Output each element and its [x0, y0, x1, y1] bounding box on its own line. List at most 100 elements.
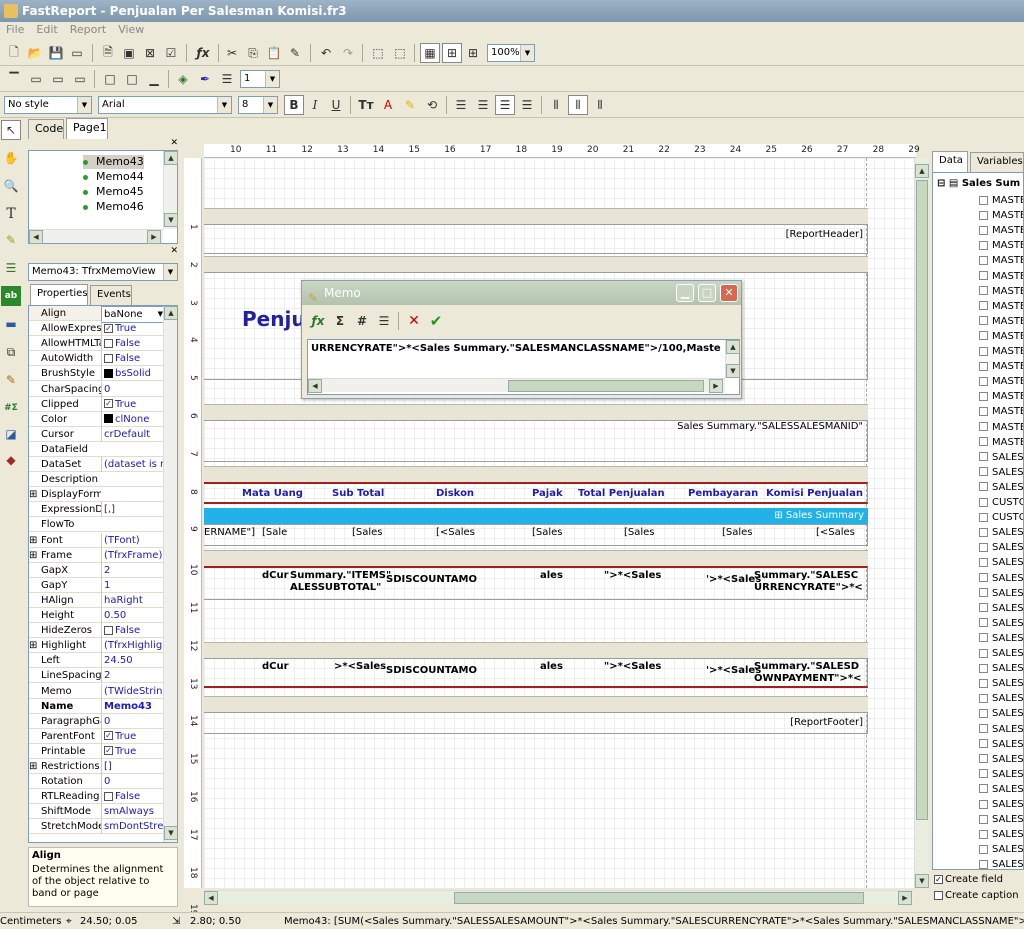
- checkbox-icon[interactable]: [934, 890, 943, 900]
- property-row[interactable]: ⊞ Highlight (TfrxHighligh: [29, 638, 165, 654]
- property-row[interactable]: BrushStyle bsSolid: [29, 366, 165, 382]
- save-icon[interactable]: 💾: [46, 43, 66, 63]
- property-value[interactable]: 0: [101, 774, 165, 790]
- line-width-combo[interactable]: 1 ▼: [240, 70, 280, 88]
- property-value[interactable]: [,]: [101, 502, 165, 518]
- footer-cell[interactable]: ">*<Sales: [604, 661, 661, 672]
- frame-none-icon[interactable]: □: [122, 69, 142, 89]
- memo-titlebar[interactable]: ✎ Memo ▁ □ ✕: [302, 281, 741, 305]
- property-value[interactable]: 24.50: [101, 653, 165, 669]
- font-settings-icon[interactable]: Tт: [356, 95, 376, 115]
- property-row[interactable]: GapX 2: [29, 562, 165, 578]
- align-center-icon[interactable]: ☰: [473, 95, 493, 115]
- footer-cell[interactable]: URRENCYRATE">*<: [754, 582, 863, 593]
- data-field-item[interactable]: MASTE: [979, 404, 1023, 419]
- data-field-item[interactable]: SALESS: [979, 586, 1023, 601]
- group-footer2-band-title[interactable]: [204, 642, 868, 658]
- data-cell[interactable]: [Sales: [532, 527, 563, 538]
- more-objects-icon[interactable]: ◆: [1, 450, 21, 470]
- open-icon[interactable]: 📂: [25, 43, 45, 63]
- fx-icon[interactable]: ƒx: [193, 43, 213, 63]
- rotation-icon[interactable]: ⟲: [422, 95, 442, 115]
- hand-tool-icon[interactable]: ✋: [1, 148, 21, 168]
- align-justify-icon[interactable]: ☰: [517, 95, 537, 115]
- data-field-item[interactable]: SALESR: [979, 737, 1023, 752]
- property-row[interactable]: RTLReading False: [29, 789, 165, 805]
- property-value[interactable]: smDontStretc: [101, 819, 165, 835]
- tree-item[interactable]: Memo46: [83, 200, 144, 214]
- footer-cell[interactable]: '>*<Sales: [706, 665, 761, 676]
- property-row[interactable]: Align baNone ▼: [29, 306, 165, 323]
- underline-icon[interactable]: U: [326, 95, 346, 115]
- bold-icon[interactable]: B: [284, 95, 304, 115]
- line-insert-icon[interactable]: ✎: [1, 370, 21, 390]
- property-row[interactable]: ShiftMode smAlways: [29, 804, 165, 820]
- font-combo[interactable]: Arial ▼: [98, 96, 232, 114]
- checkbox-checked-icon[interactable]: ✓: [104, 731, 113, 741]
- close-icon[interactable]: ✕: [170, 246, 178, 256]
- property-row[interactable]: LineSpacing 2: [29, 668, 165, 684]
- frame-all-icon[interactable]: □: [100, 69, 120, 89]
- menu-report[interactable]: Report: [64, 22, 112, 38]
- align-left-icon[interactable]: ☰: [451, 95, 471, 115]
- data-field-item[interactable]: MASTE: [979, 193, 1023, 208]
- canvas-hscroll[interactable]: ◀ ▶: [204, 890, 914, 905]
- shadow-icon[interactable]: ▁: [144, 69, 164, 89]
- data-field-item[interactable]: SALESC: [979, 601, 1023, 616]
- property-row[interactable]: ⊞ Font (TFont): [29, 532, 165, 548]
- tab-page1[interactable]: Page1: [66, 118, 108, 139]
- column-header-band[interactable]: Mata Uang Sub Total Diskon Pajak Total P…: [204, 482, 868, 504]
- property-row[interactable]: ParagraphGa 0: [29, 713, 165, 729]
- data-field-item[interactable]: MASTE: [979, 223, 1023, 238]
- scroll-up-icon[interactable]: ▲: [164, 151, 178, 165]
- valign-bottom-icon[interactable]: ⦀: [590, 95, 610, 115]
- tree-item[interactable]: Memo43: [83, 155, 144, 169]
- footer-cell[interactable]: SDISCOUNTAMO: [386, 574, 477, 585]
- tab-data[interactable]: Data: [932, 151, 968, 172]
- property-row[interactable]: FlowTo: [29, 517, 165, 533]
- data-field-item[interactable]: SALESI: [979, 465, 1023, 480]
- format-painter-icon[interactable]: ✎: [285, 43, 305, 63]
- property-value[interactable]: bsSolid: [101, 366, 165, 382]
- create-field-option[interactable]: ✓ Create field: [934, 874, 1003, 885]
- select-tool-icon[interactable]: ↖: [1, 120, 21, 140]
- property-row[interactable]: ⊞ Restrictions[]: [29, 759, 165, 774]
- show-grid-icon[interactable]: ▦: [420, 43, 440, 63]
- group-icon[interactable]: ⬚: [368, 43, 388, 63]
- align-right-icon[interactable]: ☰: [495, 95, 515, 115]
- band-insert-icon[interactable]: ☰: [1, 258, 21, 278]
- fill-color-icon[interactable]: ◈: [173, 69, 193, 89]
- new-page-icon[interactable]: 🗎: [98, 43, 118, 63]
- cancel-icon[interactable]: ✕: [404, 311, 424, 331]
- footer-cell[interactable]: Summary."ITEMS": [290, 570, 391, 581]
- property-value[interactable]: 0: [101, 713, 165, 729]
- checkbox-icon[interactable]: [104, 353, 113, 363]
- group-header-band[interactable]: Sales Summary."SALESSALESMANID": [204, 420, 868, 462]
- property-row[interactable]: Clipped ✓ True: [29, 396, 165, 412]
- ungroup-icon[interactable]: ⬚: [390, 43, 410, 63]
- data-field-item[interactable]: SALESD: [979, 782, 1023, 797]
- data-cell[interactable]: [Sales: [722, 527, 753, 538]
- report-footer-band-title[interactable]: [204, 696, 868, 712]
- tree-hscroll[interactable]: ◀ ▶: [29, 229, 163, 244]
- data-field-item[interactable]: CUSTO: [979, 510, 1023, 525]
- scroll-down-icon[interactable]: ▼: [726, 364, 740, 378]
- frame-right-icon[interactable]: ▭: [70, 69, 90, 89]
- col-mata-uang[interactable]: Mata Uang: [242, 488, 303, 499]
- scroll-left-icon[interactable]: ◀: [29, 230, 43, 244]
- data-field-item[interactable]: MASTE: [979, 299, 1023, 314]
- property-row[interactable]: ⊞ Frame (TfrxFrame): [29, 547, 165, 563]
- sum-icon[interactable]: Σ: [330, 311, 350, 331]
- data-field-item[interactable]: MASTE: [979, 284, 1023, 299]
- col-diskon[interactable]: Diskon: [436, 488, 474, 499]
- footer-cell[interactable]: SDISCOUNTAMO: [386, 665, 477, 676]
- data-field-item[interactable]: MASTE: [979, 359, 1023, 374]
- format-icon[interactable]: #: [352, 311, 372, 331]
- data-cell[interactable]: [Sales: [352, 527, 383, 538]
- group-footer-band[interactable]: dCur Summary."ITEMS" ALESSUBTOTAL" SDISC…: [204, 566, 868, 600]
- scroll-right-icon[interactable]: ▶: [147, 230, 161, 244]
- data-field-item[interactable]: MASTE: [979, 389, 1023, 404]
- col-sub-total[interactable]: Sub Total: [332, 488, 384, 499]
- frame-color-icon[interactable]: ✒: [195, 69, 215, 89]
- property-row[interactable]: Height 0.50: [29, 608, 165, 623]
